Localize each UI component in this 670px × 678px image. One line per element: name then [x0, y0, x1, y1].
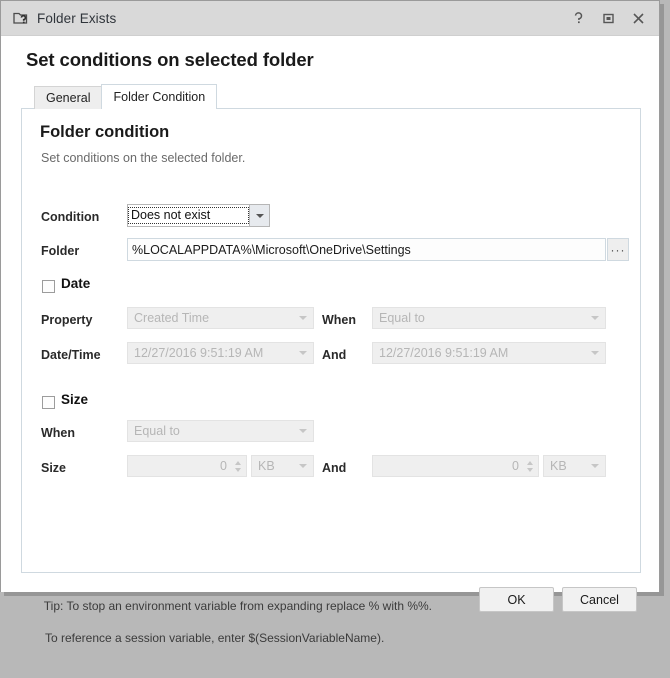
date-when-label: When: [322, 313, 357, 327]
folder-browse-button[interactable]: ···: [607, 238, 629, 261]
folder-label: Folder: [41, 244, 80, 258]
date-group-checkbox[interactable]: [42, 280, 55, 293]
folder-value: %LOCALAPPDATA%\Microsoft\OneDrive\Settin…: [132, 242, 411, 257]
spinner-down-icon: [234, 467, 241, 472]
condition-dropdown-arrow[interactable]: [250, 204, 270, 227]
tip-line-1: Tip: To stop an environment variable fro…: [43, 599, 432, 613]
size-when-label: When: [41, 426, 76, 440]
date-time-picker[interactable]: 12/27/2016 9:51:19 AM: [127, 342, 314, 364]
size-and-label: And: [322, 461, 347, 475]
condition-combobox[interactable]: Does not exist: [127, 204, 270, 227]
date-property-combobox[interactable]: Created Time: [127, 307, 314, 329]
section-subtitle: Set conditions on the selected folder.: [41, 151, 246, 165]
ok-button[interactable]: OK: [479, 587, 554, 612]
spinner-up-icon: [526, 460, 533, 465]
size-value-label: Size: [41, 461, 67, 475]
chevron-down-icon: [293, 464, 313, 468]
dialog-content: Set conditions on selected folder Genera…: [1, 36, 659, 645]
date-property-label: Property: [41, 313, 93, 327]
size-and-unit-combobox[interactable]: KB: [543, 455, 606, 477]
spinner-down-icon: [526, 467, 533, 472]
size-value: 0: [220, 459, 227, 473]
size-group-label: Size: [61, 392, 89, 407]
condition-combobox-text[interactable]: Does not exist: [127, 204, 250, 227]
spinner-up-icon: [234, 460, 241, 465]
date-property-value: Created Time: [134, 311, 210, 325]
folder-input[interactable]: %LOCALAPPDATA%\Microsoft\OneDrive\Settin…: [127, 238, 606, 261]
tip-line-2: To reference a session variable, enter $…: [45, 631, 385, 645]
chevron-down-icon: [293, 351, 313, 355]
size-when-value: Equal to: [134, 424, 180, 438]
date-time-label: Date/Time: [41, 348, 101, 362]
chevron-down-icon: [585, 464, 605, 468]
date-and-value: 12/27/2016 9:51:19 AM: [379, 346, 509, 360]
tab-strip: General Folder Condition: [34, 84, 218, 109]
chevron-down-icon: [585, 351, 605, 355]
date-when-combobox[interactable]: Equal to: [372, 307, 606, 329]
date-and-picker[interactable]: 12/27/2016 9:51:19 AM: [372, 342, 606, 364]
restore-button[interactable]: [593, 5, 623, 31]
chevron-down-icon: [585, 316, 605, 320]
size-when-combobox[interactable]: Equal to: [127, 420, 314, 442]
size-unit-value: KB: [258, 459, 275, 473]
spinner-arrows[interactable]: [231, 456, 246, 476]
window-title: Folder Exists: [37, 10, 117, 26]
date-time-value: 12/27/2016 9:51:19 AM: [134, 346, 264, 360]
close-button[interactable]: [623, 5, 653, 31]
cancel-button[interactable]: Cancel: [562, 587, 637, 612]
size-value-spinner[interactable]: 0: [127, 455, 247, 477]
size-and-value: 0: [512, 459, 519, 473]
size-and-unit-value: KB: [550, 459, 567, 473]
folder-condition-panel: Folder condition Set conditions on the s…: [21, 108, 641, 573]
folder-question-icon: [13, 9, 31, 27]
condition-value: Does not exist: [128, 207, 249, 224]
chevron-down-icon: [255, 213, 264, 218]
tab-general[interactable]: General: [34, 86, 103, 109]
chevron-down-icon: [293, 316, 313, 320]
tab-folder-condition[interactable]: Folder Condition: [101, 84, 218, 109]
date-and-label: And: [322, 348, 347, 362]
page-title: Set conditions on selected folder: [26, 49, 314, 70]
help-button[interactable]: [563, 5, 593, 31]
date-when-value: Equal to: [379, 311, 425, 325]
date-group-label: Date: [61, 276, 91, 291]
folder-exists-dialog: Folder Exists Set conditions on selected…: [0, 0, 660, 645]
chevron-down-icon: [293, 429, 313, 433]
size-group-checkbox[interactable]: [42, 396, 55, 409]
section-title: Folder condition: [40, 123, 170, 141]
condition-label: Condition: [41, 210, 100, 224]
window-controls: [563, 1, 653, 35]
title-bar: Folder Exists: [1, 1, 659, 36]
size-unit-combobox[interactable]: KB: [251, 455, 314, 477]
size-and-spinner[interactable]: 0: [372, 455, 539, 477]
tip-text: Tip: To stop an environment variable fro…: [24, 582, 432, 678]
spinner-arrows[interactable]: [523, 456, 538, 476]
